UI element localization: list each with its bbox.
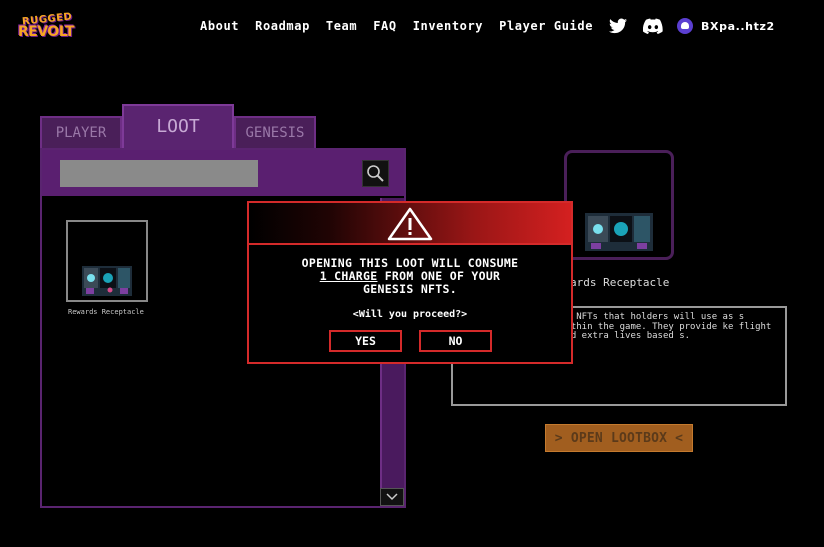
inventory-item-card[interactable] (66, 220, 148, 302)
rewards-receptacle-image (82, 266, 132, 296)
avatar (677, 18, 694, 34)
twitter-icon[interactable] (609, 18, 628, 34)
yes-button[interactable]: YES (329, 330, 402, 352)
nav-about[interactable]: About (200, 19, 239, 33)
warning-icon (387, 207, 433, 241)
tab-player[interactable]: PLAYER (40, 116, 122, 150)
chevron-down-icon (386, 493, 398, 501)
dialog-message: OPENING THIS LOOT WILL CONSUME 1 CHARGE … (249, 257, 571, 296)
open-lootbox-button[interactable]: > OPEN LOOTBOX < (545, 424, 693, 452)
nav-team[interactable]: Team (326, 19, 357, 33)
open-lootbox-label: OPEN LOOTBOX (570, 430, 668, 446)
nav-roadmap[interactable]: Roadmap (255, 19, 310, 33)
search-bar (42, 150, 404, 196)
no-button[interactable]: NO (419, 330, 492, 352)
search-icon (367, 165, 384, 182)
item-description: re NFTs that holders will use as s withi… (560, 312, 772, 341)
dialog-charge: 1 CHARGE (319, 269, 378, 283)
dialog-line2-rest: FROM ONE OF YOUR (377, 269, 501, 283)
nav-inventory[interactable]: Inventory (413, 19, 483, 33)
top-nav: About Roadmap Team FAQ Inventory Player … (200, 18, 775, 34)
tab-loot[interactable]: LOOT (122, 104, 234, 150)
item-name: ards Receptacle (570, 276, 670, 289)
wallet-button[interactable]: BXpa..htz2 (677, 18, 775, 34)
brand-logo[interactable]: RUGGED REVOLT (16, 11, 75, 44)
confirm-dialog: OPENING THIS LOOT WILL CONSUME 1 CHARGE … (247, 201, 573, 364)
dialog-line3: GENESIS NFTS. (363, 282, 457, 296)
scroll-down-button[interactable] (380, 488, 404, 506)
nav-faq[interactable]: FAQ (373, 19, 396, 33)
item-preview (564, 150, 674, 260)
dialog-header (249, 203, 571, 245)
rewards-receptacle-preview (585, 213, 653, 251)
discord-icon[interactable] (642, 18, 663, 34)
nav-player-guide[interactable]: Player Guide (499, 19, 593, 33)
dialog-question: <Will you proceed?> (352, 309, 468, 320)
search-input[interactable] (60, 160, 258, 187)
chevron-right-icon: > (554, 430, 563, 446)
search-button[interactable] (362, 160, 389, 187)
chevron-left-icon: < (675, 430, 684, 446)
item-label: Rewards Receptacle (68, 308, 144, 316)
wallet-address: BXpa..htz2 (701, 19, 775, 33)
logo-line2: REVOLT (18, 24, 75, 40)
tab-genesis[interactable]: GENESIS (234, 116, 316, 150)
